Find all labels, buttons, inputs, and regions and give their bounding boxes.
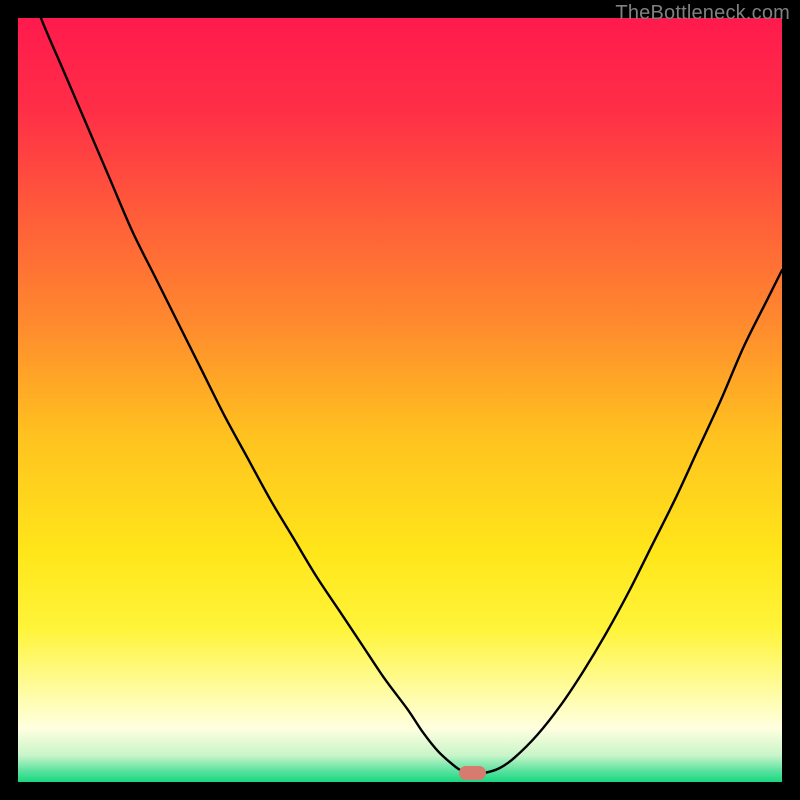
chart-frame: TheBottleneck.com — [0, 0, 800, 800]
optimal-marker — [459, 766, 486, 780]
plot-area — [18, 18, 782, 782]
watermark-text: TheBottleneck.com — [615, 2, 790, 25]
bottleneck-curve — [18, 18, 782, 782]
